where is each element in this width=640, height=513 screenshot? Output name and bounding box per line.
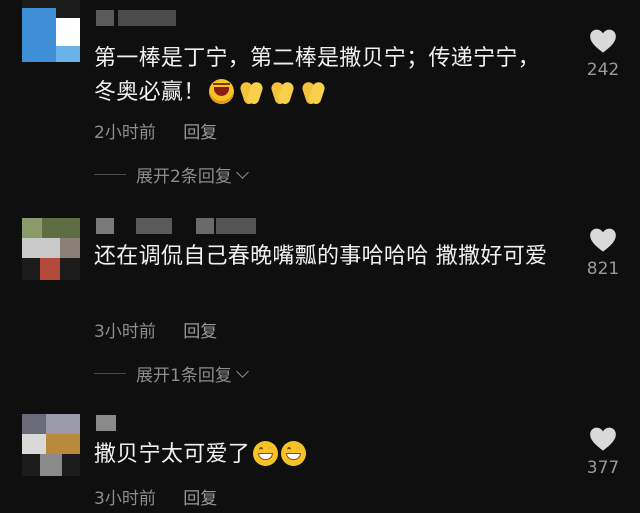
avatar[interactable] <box>22 218 80 280</box>
comment-text: 还在调侃自己春晚嘴瓢的事哈哈哈 撒撒好可爱 <box>94 240 554 274</box>
like-count: 377 <box>586 458 620 478</box>
like-button[interactable]: 242 <box>583 28 623 80</box>
reply-button[interactable]: 回复 <box>183 322 217 342</box>
comment-body: 撒贝宁太可爱了 <box>94 442 251 467</box>
avatar[interactable] <box>22 0 80 62</box>
timestamp: 3小时前 <box>94 489 156 509</box>
reply-button[interactable]: 回复 <box>183 123 217 143</box>
expand-replies-button[interactable]: 展开2条回复 <box>94 162 249 187</box>
expand-replies-label: 展开1条回复 <box>136 366 232 386</box>
divider <box>94 373 126 374</box>
like-button[interactable]: 377 <box>583 426 623 478</box>
chevron-down-icon <box>235 364 249 378</box>
comment-body: 还在调侃自己春晚嘴瓢的事哈哈哈 撒撒好可爱 <box>94 244 548 269</box>
clap-emoji <box>237 79 265 106</box>
clap-emoji <box>268 79 296 106</box>
comment-meta: 3小时前 回复 <box>94 484 217 509</box>
chevron-down-icon <box>235 165 249 179</box>
comment-text: 第一棒是丁宁，第二棒是撒贝宁；传递宁宁，冬奥必赢！ <box>94 42 554 110</box>
comment-meta: 3小时前 回复 <box>94 317 217 342</box>
like-count: 242 <box>586 60 620 80</box>
timestamp: 2小时前 <box>94 123 156 143</box>
like-button[interactable]: 821 <box>583 227 623 279</box>
comment-meta: 2小时前 回复 <box>94 118 217 143</box>
expand-replies-button[interactable]: 展开1条回复 <box>94 361 249 386</box>
grin-emoji <box>281 441 307 466</box>
divider <box>94 174 126 175</box>
like-count: 821 <box>586 259 620 279</box>
expand-replies-label: 展开2条回复 <box>136 167 232 187</box>
timestamp: 3小时前 <box>94 322 156 342</box>
grin-emoji <box>253 441 279 466</box>
clap-emoji <box>299 79 327 106</box>
comment-text: 撒贝宁太可爱了 <box>94 438 554 472</box>
heart-icon <box>590 427 616 451</box>
heart-icon <box>590 29 616 53</box>
heart-icon <box>590 228 616 252</box>
avatar[interactable] <box>22 414 80 476</box>
reply-button[interactable]: 回复 <box>183 489 217 509</box>
laugh-emoji <box>208 79 234 104</box>
